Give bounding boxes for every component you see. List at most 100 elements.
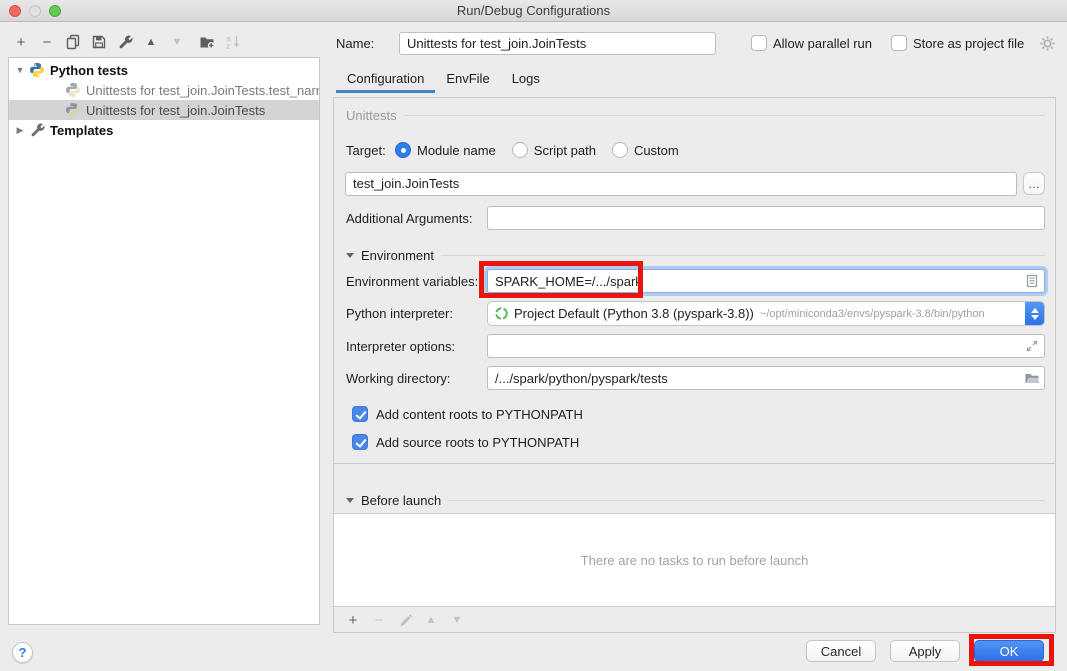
radio-label: Script path: [534, 143, 596, 158]
radio-script-path[interactable]: Script path: [512, 142, 596, 158]
before-launch-empty-text: There are no tasks to run before launch: [581, 553, 809, 568]
content-roots-row[interactable]: Add content roots to PYTHONPATH: [352, 404, 1045, 424]
dropdown-stepper-icon: [1025, 301, 1045, 326]
python-icon: [29, 62, 45, 78]
browse-target-button[interactable]: …: [1023, 172, 1045, 195]
python-interpreter-path: ~/opt/miniconda3/envs/pyspark-3.8/bin/py…: [760, 308, 985, 320]
folder-icon[interactable]: [1024, 370, 1040, 386]
name-input[interactable]: [399, 32, 716, 55]
additional-arguments-input[interactable]: [495, 211, 1037, 226]
cancel-button[interactable]: Cancel: [806, 640, 876, 662]
tree-item-label: Python tests: [50, 63, 128, 78]
help-button[interactable]: ?: [12, 642, 33, 663]
minimize-window-button[interactable]: [29, 5, 41, 17]
tab-configuration[interactable]: Configuration: [336, 66, 435, 93]
chevron-down-icon[interactable]: ▼: [11, 65, 29, 75]
edit-templates-button[interactable]: [112, 30, 138, 54]
environment-variables-row: Environment variables:: [346, 268, 1045, 294]
conda-env-icon: [494, 306, 509, 321]
plus-icon: +: [349, 612, 358, 629]
save-configuration-button[interactable]: [86, 30, 112, 54]
interpreter-options-row: Interpreter options:: [346, 334, 1045, 358]
collapse-triangle-icon: [346, 498, 354, 503]
move-task-down-button[interactable]: ▼: [444, 608, 470, 632]
python-interpreter-select[interactable]: Project Default (Python 3.8 (pyspark-3.8…: [487, 301, 1045, 326]
tree-item-label: Templates: [50, 123, 113, 138]
target-input[interactable]: [353, 176, 1009, 191]
interpreter-options-input[interactable]: [495, 339, 1020, 354]
remove-task-button[interactable]: −: [366, 608, 392, 632]
store-as-project-file-checkbox[interactable]: [891, 35, 907, 51]
move-task-up-button[interactable]: ▲: [418, 608, 444, 632]
target-value-row: …: [345, 171, 1045, 196]
radio-icon: [512, 142, 528, 158]
store-as-project-file-label: Store as project file: [913, 36, 1024, 51]
tab-logs[interactable]: Logs: [501, 66, 551, 93]
sort-configurations-button[interactable]: az: [220, 30, 246, 54]
config-tabs: Configuration EnvFile Logs: [336, 66, 551, 93]
tab-label: EnvFile: [446, 71, 489, 86]
radio-icon: [612, 142, 628, 158]
arrow-up-icon: ▲: [146, 36, 157, 48]
arrow-up-icon: ▲: [426, 614, 437, 626]
wrench-icon: [29, 122, 45, 138]
content-roots-checkbox[interactable]: [352, 406, 368, 422]
environment-section-header[interactable]: Environment: [346, 248, 1045, 263]
before-launch-title: Before launch: [361, 493, 441, 508]
configuration-panel: Unittests Target: Module name Script pat…: [333, 97, 1056, 633]
section-rule: [404, 115, 1045, 116]
add-task-button[interactable]: +: [340, 608, 366, 632]
python-icon: [65, 102, 81, 118]
title-bar: Run/Debug Configurations: [0, 0, 1067, 22]
create-folder-button[interactable]: [194, 30, 220, 54]
configurations-toolbar: + − ▲ ▼ az: [8, 28, 246, 56]
unittests-section-title: Unittests: [346, 108, 397, 123]
add-configuration-button[interactable]: +: [8, 30, 34, 54]
content-roots-label: Add content roots to PYTHONPATH: [376, 407, 583, 422]
radio-label: Custom: [634, 143, 679, 158]
plus-icon: +: [17, 34, 26, 51]
configurations-tree: ▼ Python tests Unittests for test_join.J…: [8, 57, 320, 625]
name-label: Name:: [336, 36, 374, 51]
apply-label: Apply: [909, 644, 942, 659]
before-launch-section-header[interactable]: Before launch: [346, 493, 1045, 508]
allow-parallel-run-checkbox[interactable]: [751, 35, 767, 51]
tab-label: Logs: [512, 71, 540, 86]
window-title: Run/Debug Configurations: [457, 3, 610, 18]
source-roots-checkbox[interactable]: [352, 434, 368, 450]
target-row: Target: Module name Script path Custom: [346, 138, 1045, 162]
zoom-window-button[interactable]: [49, 5, 61, 17]
copy-configuration-button[interactable]: [60, 30, 86, 54]
highlight-box-environment-variables: [479, 261, 643, 298]
radio-custom[interactable]: Custom: [612, 142, 679, 158]
tree-item-test-narrow[interactable]: Unittests for test_join.JoinTests.test_n…: [9, 80, 319, 100]
radio-module-name[interactable]: Module name: [395, 142, 496, 158]
chevron-right-icon[interactable]: ▶: [11, 125, 29, 136]
close-window-button[interactable]: [9, 5, 21, 17]
remove-configuration-button[interactable]: −: [34, 30, 60, 54]
tree-item-templates[interactable]: ▶ Templates: [9, 120, 319, 140]
move-up-button[interactable]: ▲: [138, 30, 164, 54]
cancel-label: Cancel: [821, 644, 861, 659]
svg-text:z: z: [226, 42, 230, 50]
minus-icon: −: [375, 612, 384, 629]
edit-task-button[interactable]: [392, 608, 418, 632]
tree-item-jointests-selected[interactable]: Unittests for test_join.JoinTests: [9, 100, 319, 120]
additional-arguments-label: Additional Arguments:: [346, 211, 487, 226]
expand-field-icon[interactable]: [1024, 338, 1040, 354]
move-down-button[interactable]: ▼: [164, 30, 190, 54]
before-launch-task-list: There are no tasks to run before launch: [334, 513, 1055, 607]
store-options-gear-button[interactable]: [1039, 35, 1056, 55]
working-directory-input[interactable]: [495, 371, 1020, 386]
ellipsis-icon: …: [1028, 179, 1040, 189]
additional-arguments-row: Additional Arguments:: [346, 206, 1045, 230]
edit-variables-icon[interactable]: [1024, 273, 1040, 289]
source-roots-label: Add source roots to PYTHONPATH: [376, 435, 579, 450]
tab-envfile[interactable]: EnvFile: [435, 66, 500, 93]
collapse-triangle-icon: [346, 253, 354, 258]
environment-variables-label: Environment variables:: [346, 274, 487, 289]
apply-button[interactable]: Apply: [890, 640, 960, 662]
tree-item-python-tests[interactable]: ▼ Python tests: [9, 60, 319, 80]
save-icon: [91, 34, 107, 50]
source-roots-row[interactable]: Add source roots to PYTHONPATH: [352, 432, 1045, 452]
